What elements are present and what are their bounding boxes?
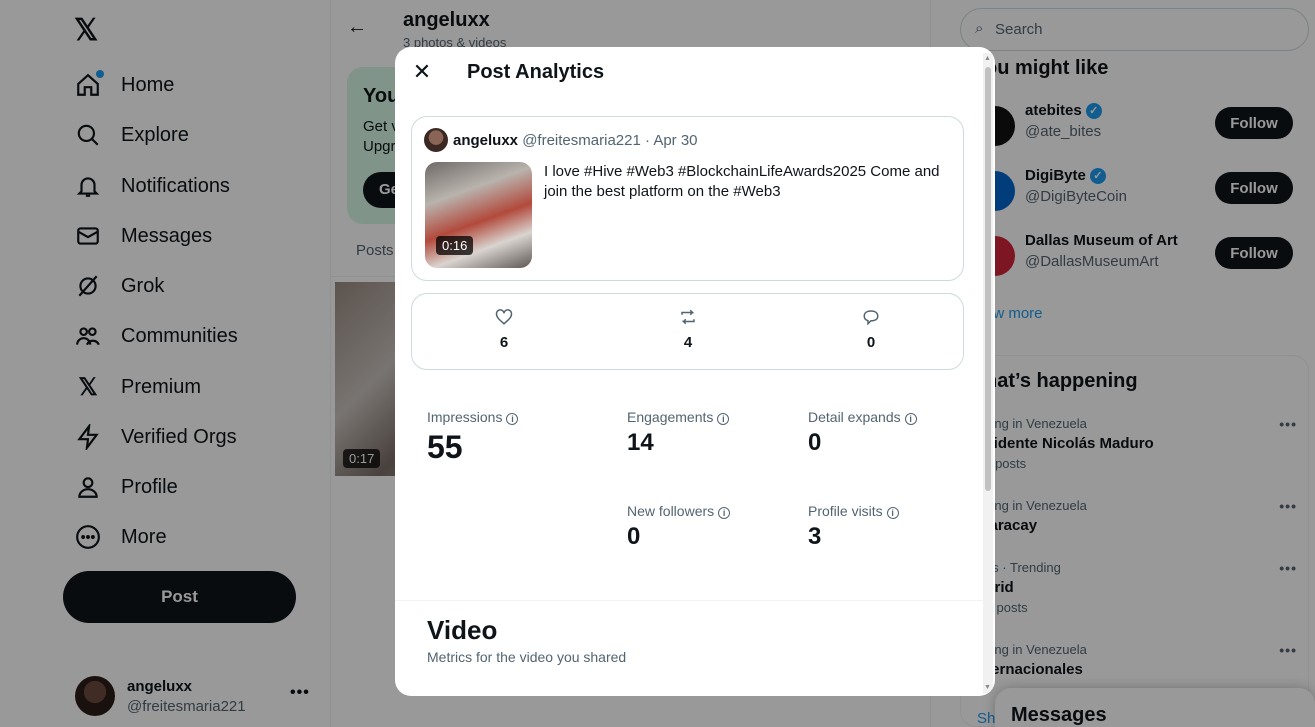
metric-detail-expands: Detail expands i 0 xyxy=(808,409,917,457)
reposts-stat: 4 xyxy=(658,308,718,351)
info-icon[interactable]: i xyxy=(904,413,917,425)
likes-stat: 6 xyxy=(474,308,534,351)
metric-value: 0 xyxy=(627,523,641,550)
info-icon[interactable]: i xyxy=(886,507,899,519)
metric-value: 55 xyxy=(427,429,463,465)
metric-engagements: Engagements i 14 xyxy=(627,409,730,457)
metric-new-followers: New followers i 0 xyxy=(627,503,731,551)
post-header: angeluxx @freitesmaria221 · Apr 30 xyxy=(453,132,698,149)
modal-scrollbar[interactable]: ▲ ▼ xyxy=(983,53,993,693)
scrollbar-thumb[interactable] xyxy=(985,67,991,491)
reply-icon xyxy=(862,310,880,330)
section-subtitle: Metrics for the video you shared xyxy=(427,649,627,665)
post-date: Apr 30 xyxy=(653,132,698,149)
metric-label: New followers i xyxy=(627,503,731,519)
scroll-up-arrow-icon[interactable]: ▲ xyxy=(984,55,991,62)
scroll-down-arrow-icon[interactable]: ▼ xyxy=(984,684,991,691)
engagement-card: 6 4 0 xyxy=(411,293,964,370)
info-icon[interactable]: i xyxy=(718,507,731,519)
metric-label: Detail expands i xyxy=(808,409,917,425)
metric-impressions: Impressions i 55 xyxy=(427,409,519,466)
post-analytics-modal: ✕ Post Analytics angeluxx @freitesmaria2… xyxy=(395,47,995,696)
post-text: I love #Hive #Web3 #BlockchainLifeAwards… xyxy=(544,163,940,200)
post-author: angeluxx xyxy=(453,132,519,149)
separator: · xyxy=(644,132,650,149)
heart-icon xyxy=(495,309,513,330)
metric-label: Impressions i xyxy=(427,409,519,425)
post-preview-card[interactable]: angeluxx @freitesmaria221 · Apr 30 0:16 … xyxy=(411,116,964,281)
replies-stat: 0 xyxy=(841,308,901,351)
modal-title: Post Analytics xyxy=(467,61,605,83)
avatar xyxy=(424,128,448,152)
repost-icon xyxy=(679,309,697,330)
post-handle: @freitesmaria221 xyxy=(522,132,641,149)
divider xyxy=(395,600,983,601)
info-icon[interactable]: i xyxy=(717,413,730,425)
metric-value: 0 xyxy=(808,429,822,456)
metric-label: Profile visits i xyxy=(808,503,899,519)
video-duration: 0:16 xyxy=(436,236,474,255)
replies-count: 0 xyxy=(866,334,876,351)
close-icon[interactable]: ✕ xyxy=(412,61,432,83)
metric-value: 14 xyxy=(627,429,654,456)
likes-count: 6 xyxy=(499,334,509,351)
metric-profile-visits: Profile visits i 3 xyxy=(808,503,899,551)
metric-value: 3 xyxy=(808,523,822,550)
post-video-thumbnail[interactable]: 0:16 xyxy=(425,162,532,268)
reposts-count: 4 xyxy=(683,334,693,351)
info-icon[interactable]: i xyxy=(506,413,519,425)
section-title: Video xyxy=(427,615,498,645)
metric-label: Engagements i xyxy=(627,409,730,425)
